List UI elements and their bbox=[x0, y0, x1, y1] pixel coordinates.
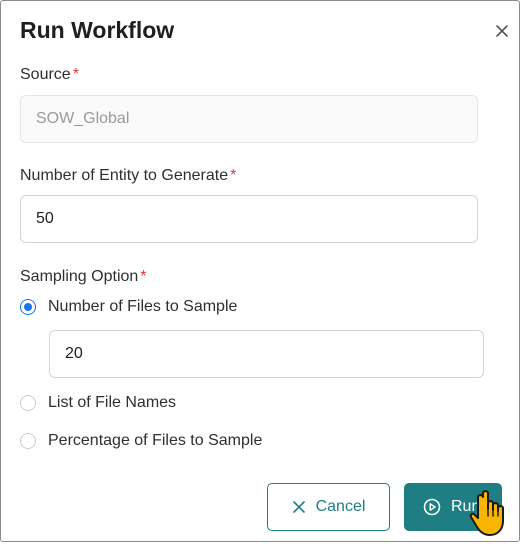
sampling-option-label-text: Sampling Option bbox=[20, 268, 139, 285]
required-mark: * bbox=[230, 167, 237, 184]
cancel-button-label: Cancel bbox=[315, 498, 366, 515]
run-workflow-dialog: Run Workflow Source * SOW_Global Number o… bbox=[0, 0, 520, 542]
close-icon[interactable] bbox=[491, 20, 513, 42]
radio-list-of-file-names[interactable]: List of File Names bbox=[20, 394, 176, 412]
radio-label: List of File Names bbox=[48, 394, 177, 411]
radio-number-of-files[interactable]: Number of Files to Sample bbox=[20, 298, 237, 316]
entity-count-label: Number of Entity to Generate * bbox=[20, 167, 236, 185]
entity-count-input[interactable]: 50 bbox=[20, 195, 478, 243]
run-button[interactable]: Run bbox=[404, 483, 502, 531]
source-value: SOW_Global bbox=[36, 110, 130, 127]
sampling-option-label: Sampling Option * bbox=[20, 268, 147, 286]
files-to-sample-input[interactable]: 20 bbox=[49, 330, 484, 378]
play-circle-icon bbox=[423, 498, 441, 516]
source-label: Source * bbox=[20, 66, 79, 84]
files-to-sample-value: 20 bbox=[65, 345, 83, 362]
radio-percentage-of-files[interactable]: Percentage of Files to Sample bbox=[20, 432, 262, 450]
radio-label: Number of Files to Sample bbox=[48, 298, 238, 315]
radio-button-selected[interactable] bbox=[20, 299, 36, 315]
required-mark: * bbox=[140, 268, 147, 285]
required-mark: * bbox=[72, 66, 79, 83]
entity-count-label-text: Number of Entity to Generate bbox=[20, 167, 229, 184]
source-field: SOW_Global bbox=[20, 95, 478, 143]
entity-count-value: 50 bbox=[36, 210, 54, 227]
dialog-title: Run Workflow bbox=[20, 17, 175, 43]
cancel-button[interactable]: Cancel bbox=[267, 483, 390, 531]
run-button-label: Run bbox=[451, 498, 481, 515]
source-label-text: Source bbox=[20, 66, 71, 83]
radio-label: Percentage of Files to Sample bbox=[48, 432, 263, 449]
x-icon bbox=[292, 500, 306, 514]
radio-button[interactable] bbox=[20, 395, 36, 411]
radio-button[interactable] bbox=[20, 433, 36, 449]
